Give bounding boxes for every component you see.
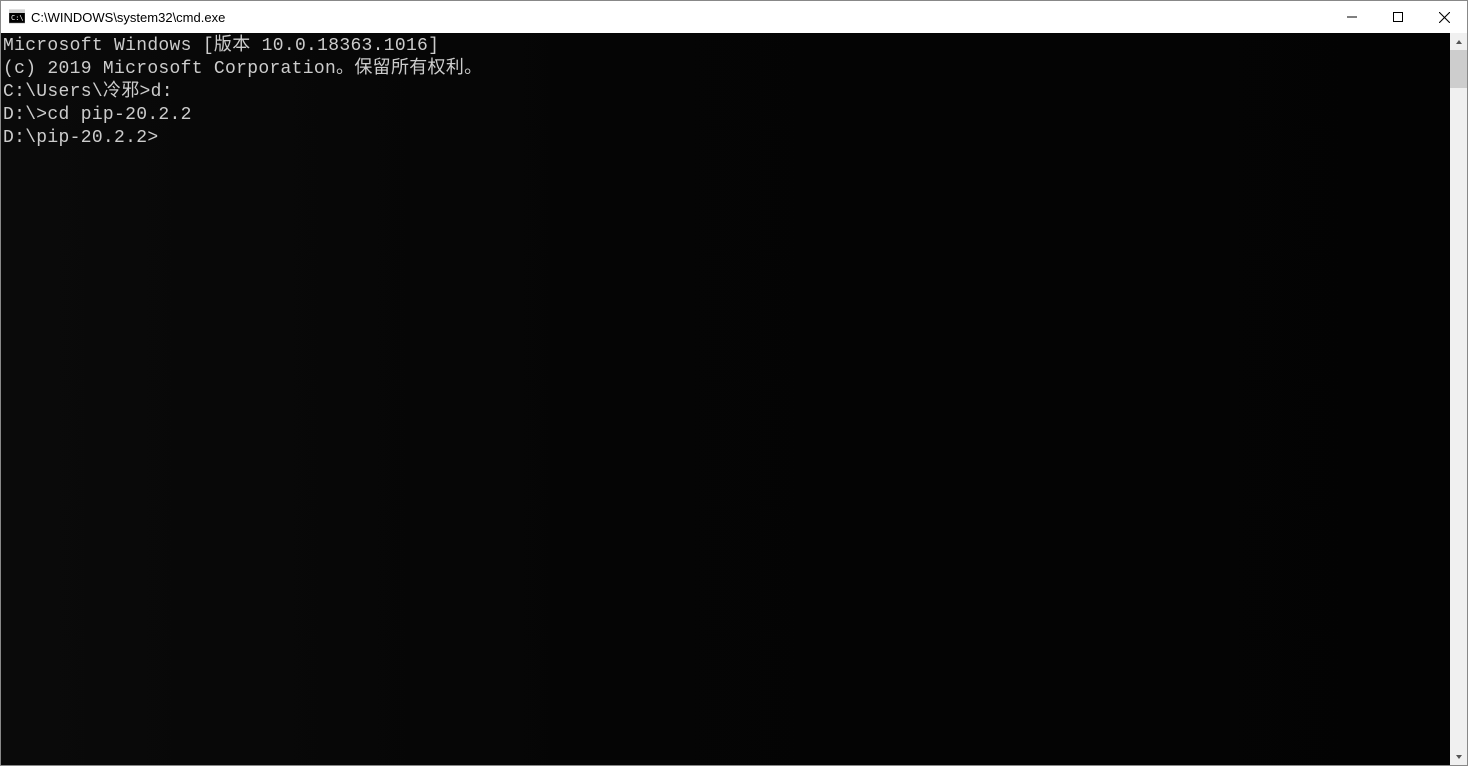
terminal-line: D:\>cd pip-20.2.2 bbox=[3, 104, 1450, 127]
terminal-line: (c) 2019 Microsoft Corporation。保留所有权利。 bbox=[3, 58, 1450, 81]
vertical-scrollbar[interactable] bbox=[1450, 33, 1467, 765]
scroll-down-button[interactable] bbox=[1450, 748, 1467, 765]
terminal-output[interactable]: Microsoft Windows [版本 10.0.18363.1016](c… bbox=[1, 33, 1450, 765]
scrollbar-thumb[interactable] bbox=[1450, 50, 1467, 88]
client-area: Microsoft Windows [版本 10.0.18363.1016](c… bbox=[1, 33, 1467, 765]
terminal-line: C:\Users\冷邪>d: bbox=[3, 81, 1450, 104]
cmd-window: C:\ C:\WINDOWS\system32\cmd.exe Microsof… bbox=[0, 0, 1468, 766]
terminal-line: Microsoft Windows [版本 10.0.18363.1016] bbox=[3, 35, 1450, 58]
scrollbar-track[interactable] bbox=[1450, 50, 1467, 748]
titlebar[interactable]: C:\ C:\WINDOWS\system32\cmd.exe bbox=[1, 1, 1467, 33]
minimize-button[interactable] bbox=[1329, 1, 1375, 33]
maximize-button[interactable] bbox=[1375, 1, 1421, 33]
terminal-line: D:\pip-20.2.2> bbox=[3, 127, 1450, 150]
scroll-up-button[interactable] bbox=[1450, 33, 1467, 50]
close-button[interactable] bbox=[1421, 1, 1467, 33]
window-title: C:\WINDOWS\system32\cmd.exe bbox=[31, 10, 1329, 25]
window-controls bbox=[1329, 1, 1467, 33]
svg-text:C:\: C:\ bbox=[11, 14, 24, 22]
cmd-icon: C:\ bbox=[9, 9, 25, 25]
